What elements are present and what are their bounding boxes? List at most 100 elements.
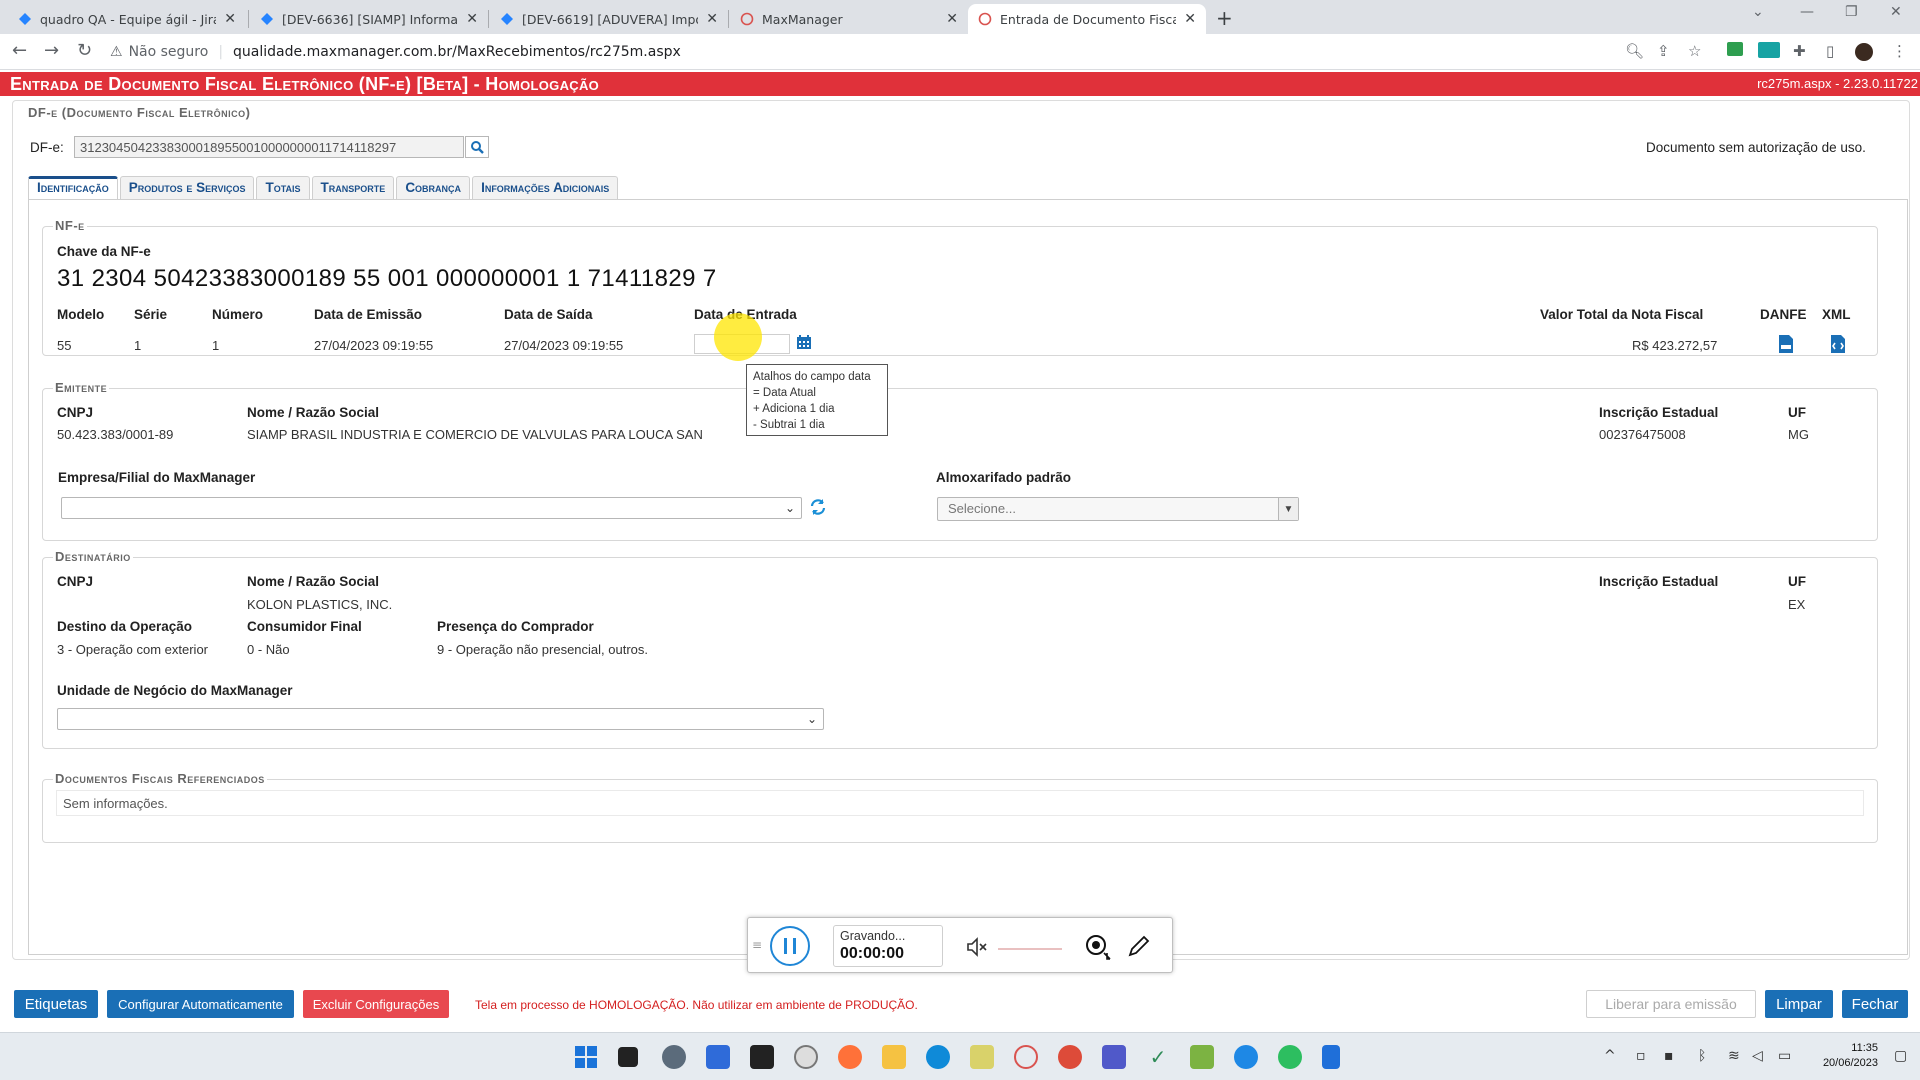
back-icon[interactable]: ←	[12, 40, 27, 61]
referenciados-content: Sem informações.	[56, 790, 1864, 816]
volume-icon[interactable]: ◁	[1752, 1048, 1763, 1064]
bluetooth-icon[interactable]: ᛒ	[1698, 1048, 1706, 1064]
profile-avatar-icon[interactable]	[1855, 43, 1873, 61]
minimize-icon[interactable]: —	[1800, 4, 1814, 20]
recording-status: Gravando... 00:00:00	[833, 925, 943, 967]
tool-app-icon[interactable]	[970, 1045, 994, 1069]
teams-tray-icon[interactable]: ▪	[1664, 1048, 1674, 1064]
emitente-uf-label: UF	[1788, 405, 1806, 420]
settings-gear-icon[interactable]	[662, 1045, 686, 1069]
tray-app-icon[interactable]: ▫	[1636, 1048, 1646, 1064]
fechar-button[interactable]: Fechar	[1842, 990, 1908, 1018]
excluir-configuracoes-button[interactable]: Excluir Configurações	[303, 990, 449, 1018]
browser-tab-entrada-documento[interactable]: Entrada de Documento Fiscal Ele ✕	[968, 4, 1206, 34]
zoom-icon[interactable]: 🔍︎	[1625, 42, 1644, 60]
unidade-negocio-select[interactable]: ⌄	[57, 708, 824, 730]
configurar-automaticamente-button[interactable]: Configurar Automaticamente	[107, 990, 294, 1018]
close-tab-icon[interactable]: ✕	[1184, 11, 1196, 27]
wifi-icon[interactable]: ≋	[1728, 1048, 1740, 1064]
speaker-muted-icon[interactable]	[965, 936, 989, 958]
notifications-icon[interactable]: ▢	[1894, 1048, 1907, 1064]
extension-icon[interactable]	[1727, 42, 1743, 56]
empresa-filial-select[interactable]: ⌄	[61, 497, 802, 519]
dfe-search-button[interactable]	[465, 136, 489, 158]
side-panel-icon[interactable]: ▯	[1826, 42, 1834, 60]
tab-identificacao[interactable]: Identificação	[28, 176, 118, 200]
file-explorer-icon[interactable]	[882, 1045, 906, 1069]
close-tab-icon[interactable]: ✕	[706, 11, 718, 27]
calendar-icon[interactable]	[796, 334, 812, 350]
modelo-label: Modelo	[57, 307, 105, 322]
puzzle-extensions-icon[interactable]: ✚	[1793, 42, 1806, 60]
maxmanager-app-icon[interactable]	[1014, 1045, 1038, 1069]
browser-tab-maxmanager[interactable]: MaxManager ✕	[730, 4, 968, 34]
close-tab-icon[interactable]: ✕	[224, 11, 236, 27]
numero-label: Número	[212, 307, 264, 322]
pause-recording-button[interactable]	[770, 926, 810, 966]
restore-icon[interactable]: ❐	[1845, 4, 1858, 20]
browser-tab-dev-6619[interactable]: [DEV-6619] [ADUVERA] Importaç ✕	[490, 4, 728, 34]
chrome-icon[interactable]	[1058, 1045, 1082, 1069]
meet-app-icon[interactable]	[706, 1045, 730, 1069]
close-window-icon[interactable]: ✕	[1890, 4, 1902, 20]
menu-dots-icon[interactable]: ⋮	[1892, 42, 1907, 60]
browser-tab-dev-6636[interactable]: [DEV-6636] [SIAMP] Informaçõe ✕	[250, 4, 488, 34]
dfe-input[interactable]	[74, 136, 464, 158]
close-tab-icon[interactable]: ✕	[946, 11, 958, 27]
share-icon[interactable]: ⇪	[1657, 42, 1670, 60]
chart-app-icon[interactable]	[1190, 1045, 1214, 1069]
browser-tab-jira[interactable]: quadro QA - Equipe ágil - Jira ✕	[8, 4, 246, 34]
system-clock[interactable]: 11:35 20/06/2023	[1823, 1041, 1878, 1071]
destinatario-uf-label: UF	[1788, 574, 1806, 589]
destinatario-nome-value: KOLON PLASTICS, INC.	[247, 597, 393, 612]
recorder-extension-icon[interactable]	[1758, 42, 1780, 58]
pen-annotate-icon[interactable]	[1126, 933, 1152, 959]
battery-icon[interactable]: ▭	[1778, 1048, 1791, 1064]
webcam-icon[interactable]	[1084, 933, 1112, 961]
refresh-icon[interactable]	[809, 498, 827, 516]
danfe-pdf-icon[interactable]	[1777, 334, 1795, 354]
tab-search-icon[interactable]: ⌄	[1752, 4, 1764, 20]
teams-icon[interactable]	[1102, 1045, 1126, 1069]
tab-informacoes-adicionais[interactable]: Informações Adicionais	[472, 176, 619, 200]
tab-totais[interactable]: Totais	[256, 176, 310, 200]
liberar-emissao-button[interactable]: Liberar para emissão	[1586, 990, 1756, 1018]
drag-handle-icon[interactable]: ≡	[752, 938, 762, 952]
sticky-notes-icon[interactable]	[750, 1045, 774, 1069]
edge-icon[interactable]	[926, 1045, 950, 1069]
url-field[interactable]: ⚠ Não seguro | qualidade.maxmanager.com.…	[110, 39, 1610, 65]
close-tab-icon[interactable]: ✕	[466, 11, 478, 27]
destinatario-ie-label: Inscrição Estadual	[1599, 574, 1719, 589]
firefox-icon[interactable]	[838, 1045, 862, 1069]
destinatario-uf-value: EX	[1788, 597, 1806, 612]
forward-icon[interactable]: →	[44, 40, 59, 61]
dfe-label: DF-e:	[30, 140, 64, 155]
bookmark-star-icon[interactable]: ☆	[1688, 42, 1701, 60]
xml-file-icon[interactable]	[1829, 334, 1847, 354]
etiquetas-button[interactable]: Etiquetas	[14, 990, 98, 1018]
modelo-value: 55	[57, 338, 72, 353]
reload-icon[interactable]: ↻	[77, 40, 92, 61]
network-app-icon[interactable]	[1234, 1045, 1258, 1069]
jira-icon	[18, 12, 32, 26]
notepad-icon[interactable]	[1322, 1045, 1340, 1069]
tab-transporte[interactable]: Transporte	[311, 176, 395, 200]
task-view-icon[interactable]	[618, 1047, 638, 1067]
data-saida-label: Data de Saída	[504, 307, 593, 322]
warning-icon: ⚠	[110, 44, 123, 60]
limpar-button[interactable]: Limpar	[1765, 990, 1833, 1018]
serie-value: 1	[134, 338, 142, 353]
volume-slider[interactable]	[998, 948, 1062, 950]
start-menu-icon[interactable]	[574, 1045, 598, 1069]
tab-produtos-servicos[interactable]: Produtos e Serviços	[119, 176, 255, 200]
show-hidden-icons-icon[interactable]: ^	[1604, 1048, 1616, 1064]
new-tab-icon[interactable]: +	[1216, 6, 1233, 30]
checkmark-app-icon[interactable]: ✓	[1146, 1045, 1170, 1069]
address-bar: ← → ↻ ⚠ Não seguro | qualidade.maxmanage…	[0, 34, 1920, 70]
almoxarifado-select[interactable]: Selecione... ▼	[937, 497, 1299, 521]
clock-app-icon[interactable]	[794, 1045, 818, 1069]
unidade-negocio-label: Unidade de Negócio do MaxManager	[57, 683, 293, 698]
xml-label: XML	[1822, 307, 1851, 322]
evernote-icon[interactable]	[1278, 1045, 1302, 1069]
tab-cobranca[interactable]: Cobrança	[396, 176, 471, 200]
